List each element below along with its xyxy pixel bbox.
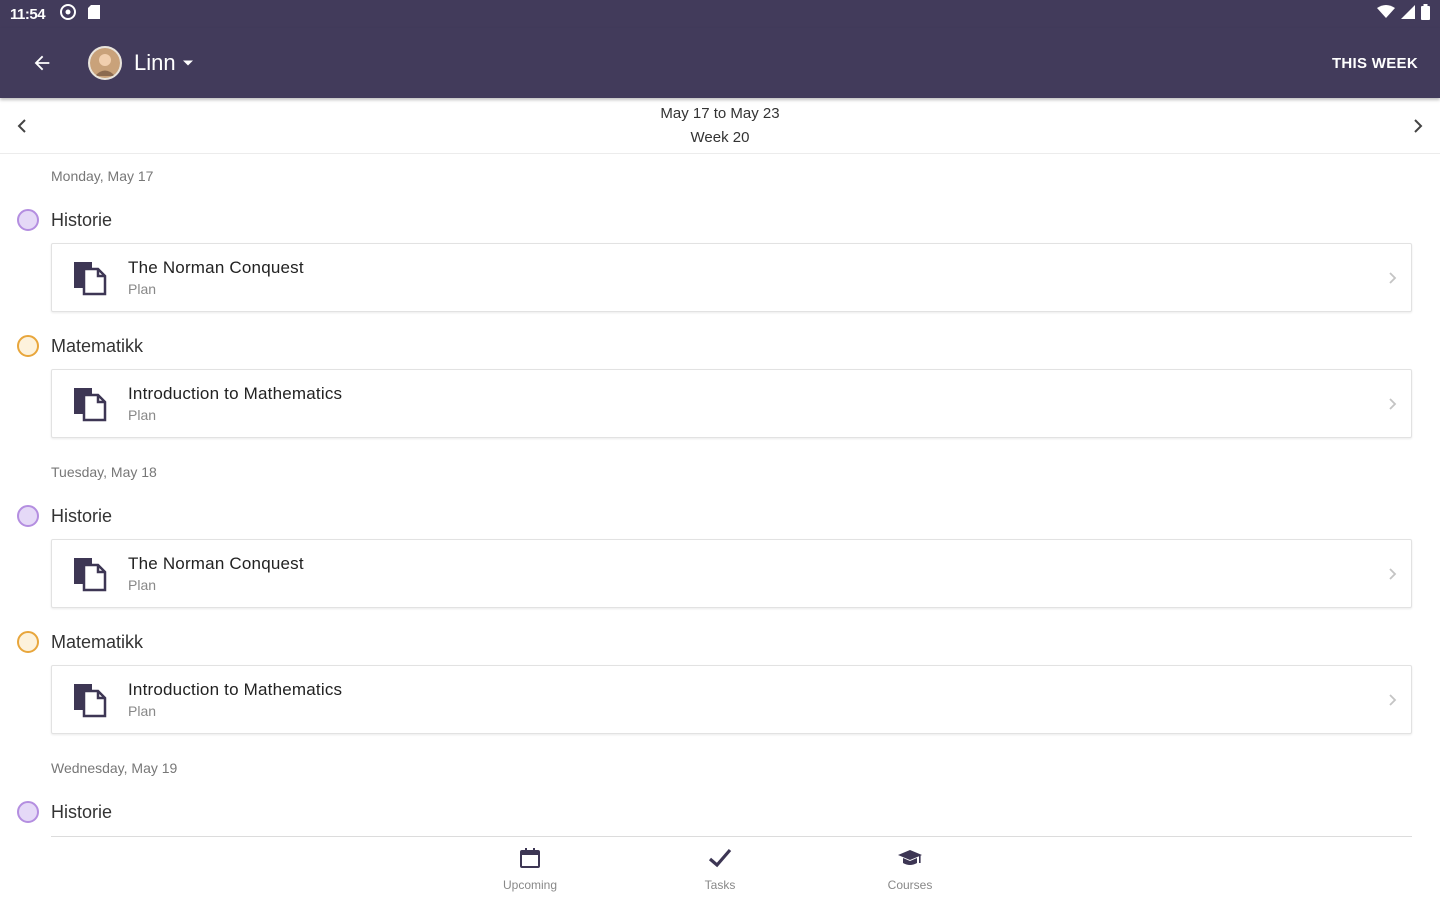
- previous-week-button[interactable]: [8, 112, 36, 140]
- lesson-type: Plan: [128, 407, 157, 423]
- chevron-right-icon: [1387, 567, 1397, 581]
- chevron-right-icon: [1387, 693, 1397, 707]
- document-icon: [70, 680, 110, 720]
- notification-icon: [59, 3, 77, 26]
- lesson-type: Plan: [128, 577, 157, 593]
- week-navigator: May 17 to May 23 Week 20: [0, 98, 1440, 154]
- nav-tasks[interactable]: Tasks: [660, 847, 780, 892]
- avatar: [88, 46, 122, 80]
- week-number: Week 20: [690, 128, 750, 146]
- course-row-historie: Historie: [17, 505, 112, 527]
- this-week-button[interactable]: THIS WEEK: [1332, 55, 1418, 72]
- wifi-icon: [1377, 4, 1395, 24]
- lesson-card[interactable]: Introduction to Mathematics Plan: [51, 665, 1412, 734]
- chevron-right-icon: [1387, 397, 1397, 411]
- chevron-left-icon: [17, 119, 26, 133]
- lesson-card[interactable]: Introduction to Mathematics Plan: [51, 369, 1412, 438]
- lesson-title: The Norman Conquest: [128, 554, 304, 573]
- document-icon: [70, 384, 110, 424]
- chevron-right-icon: [1414, 119, 1423, 133]
- course-name: Historie: [51, 801, 113, 822]
- cellular-signal-icon: [1401, 4, 1415, 24]
- nav-label: Tasks: [704, 878, 736, 892]
- course-name: Historie: [51, 505, 113, 526]
- course-row-matematikk: Matematikk: [17, 335, 143, 357]
- calendar-icon: [519, 847, 541, 874]
- course-color-dot: [17, 505, 39, 527]
- bottom-navigation: Upcoming Tasks Courses: [0, 837, 1440, 900]
- arrow-back-icon: [34, 55, 50, 71]
- schedule-list: Monday, May 17 Historie The Norman Conqu…: [0, 155, 1440, 837]
- day-header: Tuesday, May 18: [51, 464, 157, 480]
- lesson-title: Introduction to Mathematics: [128, 384, 343, 403]
- back-button[interactable]: [22, 43, 62, 83]
- profile-switcher[interactable]: Linn: [88, 46, 194, 80]
- course-color-dot: [17, 335, 39, 357]
- day-header: Wednesday, May 19: [51, 760, 178, 776]
- checkmark-icon: [708, 847, 732, 874]
- course-name: Matematikk: [51, 335, 144, 356]
- course-color-dot: [17, 209, 39, 231]
- app-bar: Linn THIS WEEK: [0, 28, 1440, 98]
- sd-card-icon: [87, 4, 101, 25]
- lesson-card[interactable]: The Norman Conquest Plan: [51, 243, 1412, 312]
- week-label: May 17 to May 23 Week 20: [660, 102, 779, 150]
- course-row-historie: Historie: [17, 801, 112, 823]
- nav-label: Upcoming: [502, 878, 558, 892]
- document-icon: [70, 258, 110, 298]
- profile-name: Linn: [134, 50, 176, 75]
- nav-upcoming[interactable]: Upcoming: [470, 847, 590, 892]
- caret-down-icon: [182, 59, 194, 67]
- course-row-matematikk: Matematikk: [17, 631, 143, 653]
- nav-courses[interactable]: Courses: [850, 847, 970, 892]
- lesson-card[interactable]: The Norman Conquest Plan: [51, 539, 1412, 608]
- status-bar: 11:54: [0, 0, 1440, 28]
- status-time: 11:54: [10, 5, 46, 23]
- course-row-historie: Historie: [17, 209, 112, 231]
- lesson-type: Plan: [128, 281, 157, 297]
- chevron-right-icon: [1387, 271, 1397, 285]
- course-name: Matematikk: [51, 631, 144, 652]
- course-color-dot: [17, 631, 39, 653]
- lesson-title: The Norman Conquest: [128, 258, 304, 277]
- week-range: May 17 to May 23: [660, 104, 780, 122]
- lesson-type: Plan: [128, 703, 157, 719]
- lesson-title: Introduction to Mathematics: [128, 680, 343, 699]
- course-name: Historie: [51, 209, 113, 230]
- next-week-button[interactable]: [1404, 112, 1432, 140]
- document-icon: [70, 554, 110, 594]
- day-header: Monday, May 17: [51, 168, 154, 184]
- battery-icon: [1421, 3, 1430, 25]
- course-color-dot: [17, 801, 39, 823]
- nav-label: Courses: [887, 878, 933, 892]
- graduation-cap-icon: [897, 847, 923, 874]
